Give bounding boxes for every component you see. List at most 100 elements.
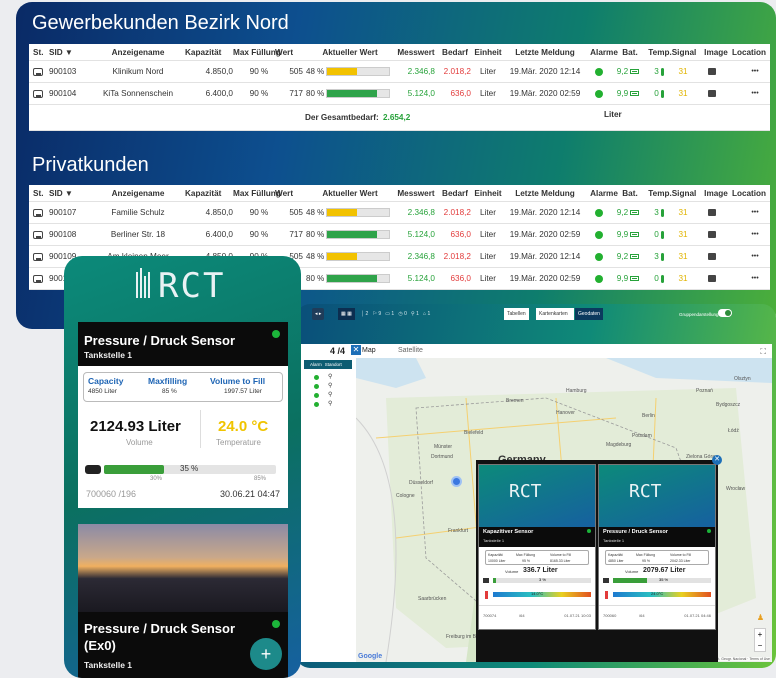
column-header[interactable]: Einheit [474, 185, 501, 201]
temperature-bar: 24.0°C [613, 591, 711, 597]
grid-view-button[interactable]: ▦ ▦ [338, 308, 355, 320]
more-icon[interactable]: ••• [747, 83, 763, 104]
tab-tabellen[interactable]: Tabellen [504, 308, 529, 320]
more-icon[interactable]: ••• [747, 224, 763, 245]
popup-sensor-card[interactable]: RCT Kapazitiver Sensor Tankstelle 1 Kapazit… [478, 464, 596, 630]
signal-cell: 31 [678, 252, 688, 261]
column-header[interactable]: Image [704, 185, 728, 201]
battery-icon [630, 210, 640, 215]
column-header[interactable]: Alarme [590, 44, 618, 60]
column-header[interactable]: Kapazität [185, 44, 233, 60]
side-row[interactable]: ⚲ [314, 374, 354, 381]
column-header[interactable]: SID ▼ [49, 185, 89, 201]
sensor-id: 700060 /196 [86, 489, 137, 499]
column-header[interactable]: Bat. [619, 185, 641, 201]
alarm-dot [314, 402, 319, 407]
fill-bar: 35 % [104, 464, 276, 474]
tank-icon [33, 252, 43, 261]
zoom-controls[interactable]: + − [754, 628, 766, 652]
vtf-label: Volume to Fill [670, 553, 692, 557]
volume-label: Volume [126, 438, 153, 447]
column-header[interactable]: Alarme [590, 185, 618, 201]
name-cell: KiTa Sonnenschein [102, 89, 174, 98]
column-header[interactable]: Temp. [648, 44, 672, 60]
column-header[interactable]: Anzeigename [93, 185, 183, 201]
side-row[interactable]: ⚲ [314, 401, 354, 408]
column-header[interactable]: Bedarf [439, 44, 471, 60]
group-toggle[interactable] [718, 309, 732, 317]
alarm-dot [595, 252, 603, 261]
column-header[interactable]: Signal [672, 185, 697, 201]
column-header[interactable]: Bedarf [439, 185, 471, 201]
signal-cell: 31 [678, 208, 688, 217]
map-marker[interactable] [451, 476, 462, 487]
column-header[interactable]: St. [33, 44, 47, 60]
add-button[interactable]: + [250, 638, 282, 670]
toolbar-group[interactable]: ◂ ▸ [312, 308, 325, 320]
column-header[interactable]: Aktueller Wert [306, 185, 394, 201]
column-header[interactable]: Signal [672, 44, 697, 60]
temperature-value: 24.0 °C [218, 418, 269, 435]
map-type-satellite[interactable]: Satellite [398, 347, 423, 354]
column-header[interactable]: Aktueller Wert [306, 44, 394, 60]
image-icon[interactable] [708, 253, 716, 260]
image-icon[interactable] [708, 275, 716, 282]
close-icon[interactable]: ✕ [351, 345, 361, 355]
column-header[interactable]: Bat. [619, 44, 641, 60]
column-header[interactable]: Anzeigename [93, 44, 183, 60]
image-icon[interactable] [708, 68, 716, 75]
total-value: 2.654,2 [383, 113, 411, 122]
gewerbe-table: St. SID ▼ Anzeigename Kapazität Max Füllung W… [29, 44, 770, 131]
tab-kartenkarten[interactable]: Kartenkarten [536, 308, 574, 320]
more-icon[interactable]: ••• [747, 246, 763, 267]
table-row[interactable]: 900107 Familie Schulz 4.850,0 90 % 505 48 % 2.… [29, 202, 770, 224]
table-row[interactable]: 900108 Berliner Str. 18 6.400,0 90 % 717 80 %… [29, 224, 770, 246]
more-icon[interactable]: ••• [747, 61, 763, 82]
table-row[interactable]: 900104 KiTa Sonnenschein 6.400,0 90 % 717 80 … [29, 83, 770, 105]
name-cell: Berliner Str. 18 [110, 230, 166, 239]
table-header: St. SID ▼ Anzeigename Kapazität Max Füllung W… [29, 44, 770, 61]
status-dot [272, 330, 280, 338]
column-header[interactable]: Kapazität [185, 185, 233, 201]
column-header[interactable]: Letzte Meldung [505, 185, 585, 201]
mobile-sensor-card-1[interactable]: Pressure / Druck Sensor Tankstelle 1 Cap… [78, 322, 288, 508]
column-header[interactable]: Messwert [397, 185, 435, 201]
pegman-icon[interactable]: ♟ [757, 613, 764, 622]
side-row[interactable]: ⚲ [314, 383, 354, 390]
last-report-cell: 19.Mär. 2020 12:14 [509, 67, 581, 76]
city-label: Saarbrücken [418, 596, 447, 602]
city-label: Bielefeld [464, 430, 484, 436]
capacity-cell: 6.400,0 [205, 89, 233, 98]
thermometer-icon [660, 208, 664, 217]
column-header[interactable]: St. [33, 185, 47, 201]
column-header[interactable]: SID ▼ [49, 44, 89, 60]
map-type-map[interactable]: Map [362, 347, 376, 354]
fill-bar [326, 274, 390, 283]
section-title-gewerbe: Gewerbekunden Bezirk Nord [32, 12, 289, 34]
map-canvas[interactable]: Hamburg Bremen Hanover Berlin Potsdam Magdebu… [356, 358, 772, 662]
column-header[interactable]: Temp. [648, 185, 672, 201]
more-icon[interactable]: ••• [747, 202, 763, 223]
fullscreen-icon[interactable]: ⛶ [760, 347, 766, 357]
popup-sensor-card[interactable]: RCT Pressure / Druck Sensor Tankstelle 1 Ka… [598, 464, 716, 630]
more-icon[interactable]: ••• [747, 268, 763, 289]
city-label: Cologne [396, 493, 415, 499]
column-header[interactable]: Image [704, 44, 728, 60]
side-row[interactable]: ⚲ [314, 392, 354, 399]
group-toggle-label: Gruppendarstellung [679, 311, 719, 317]
percent-label: 48 % [306, 208, 325, 217]
image-icon[interactable] [708, 231, 716, 238]
alarm-dot [595, 208, 603, 217]
column-header[interactable]: Location [729, 185, 769, 201]
column-header[interactable]: Location [729, 44, 769, 60]
column-header[interactable]: Wert [275, 185, 303, 201]
table-row[interactable]: 900103 Klinikum Nord 4.850,0 90 % 505 48 % 2.3… [29, 61, 770, 83]
tab-geodaten[interactable]: Geodaten [575, 308, 603, 320]
column-header[interactable]: Einheit [474, 44, 501, 60]
column-header[interactable]: Letzte Meldung [505, 44, 585, 60]
column-header[interactable]: Messwert [397, 44, 435, 60]
column-header[interactable]: Wert [275, 44, 303, 60]
image-icon[interactable] [708, 209, 716, 216]
image-icon[interactable] [708, 90, 716, 97]
toolbar-filters[interactable]: │ 2 ⚐ 9 ▭ 1 ◷ 0 ⚲ 1 ⌂ 1 [358, 308, 433, 320]
